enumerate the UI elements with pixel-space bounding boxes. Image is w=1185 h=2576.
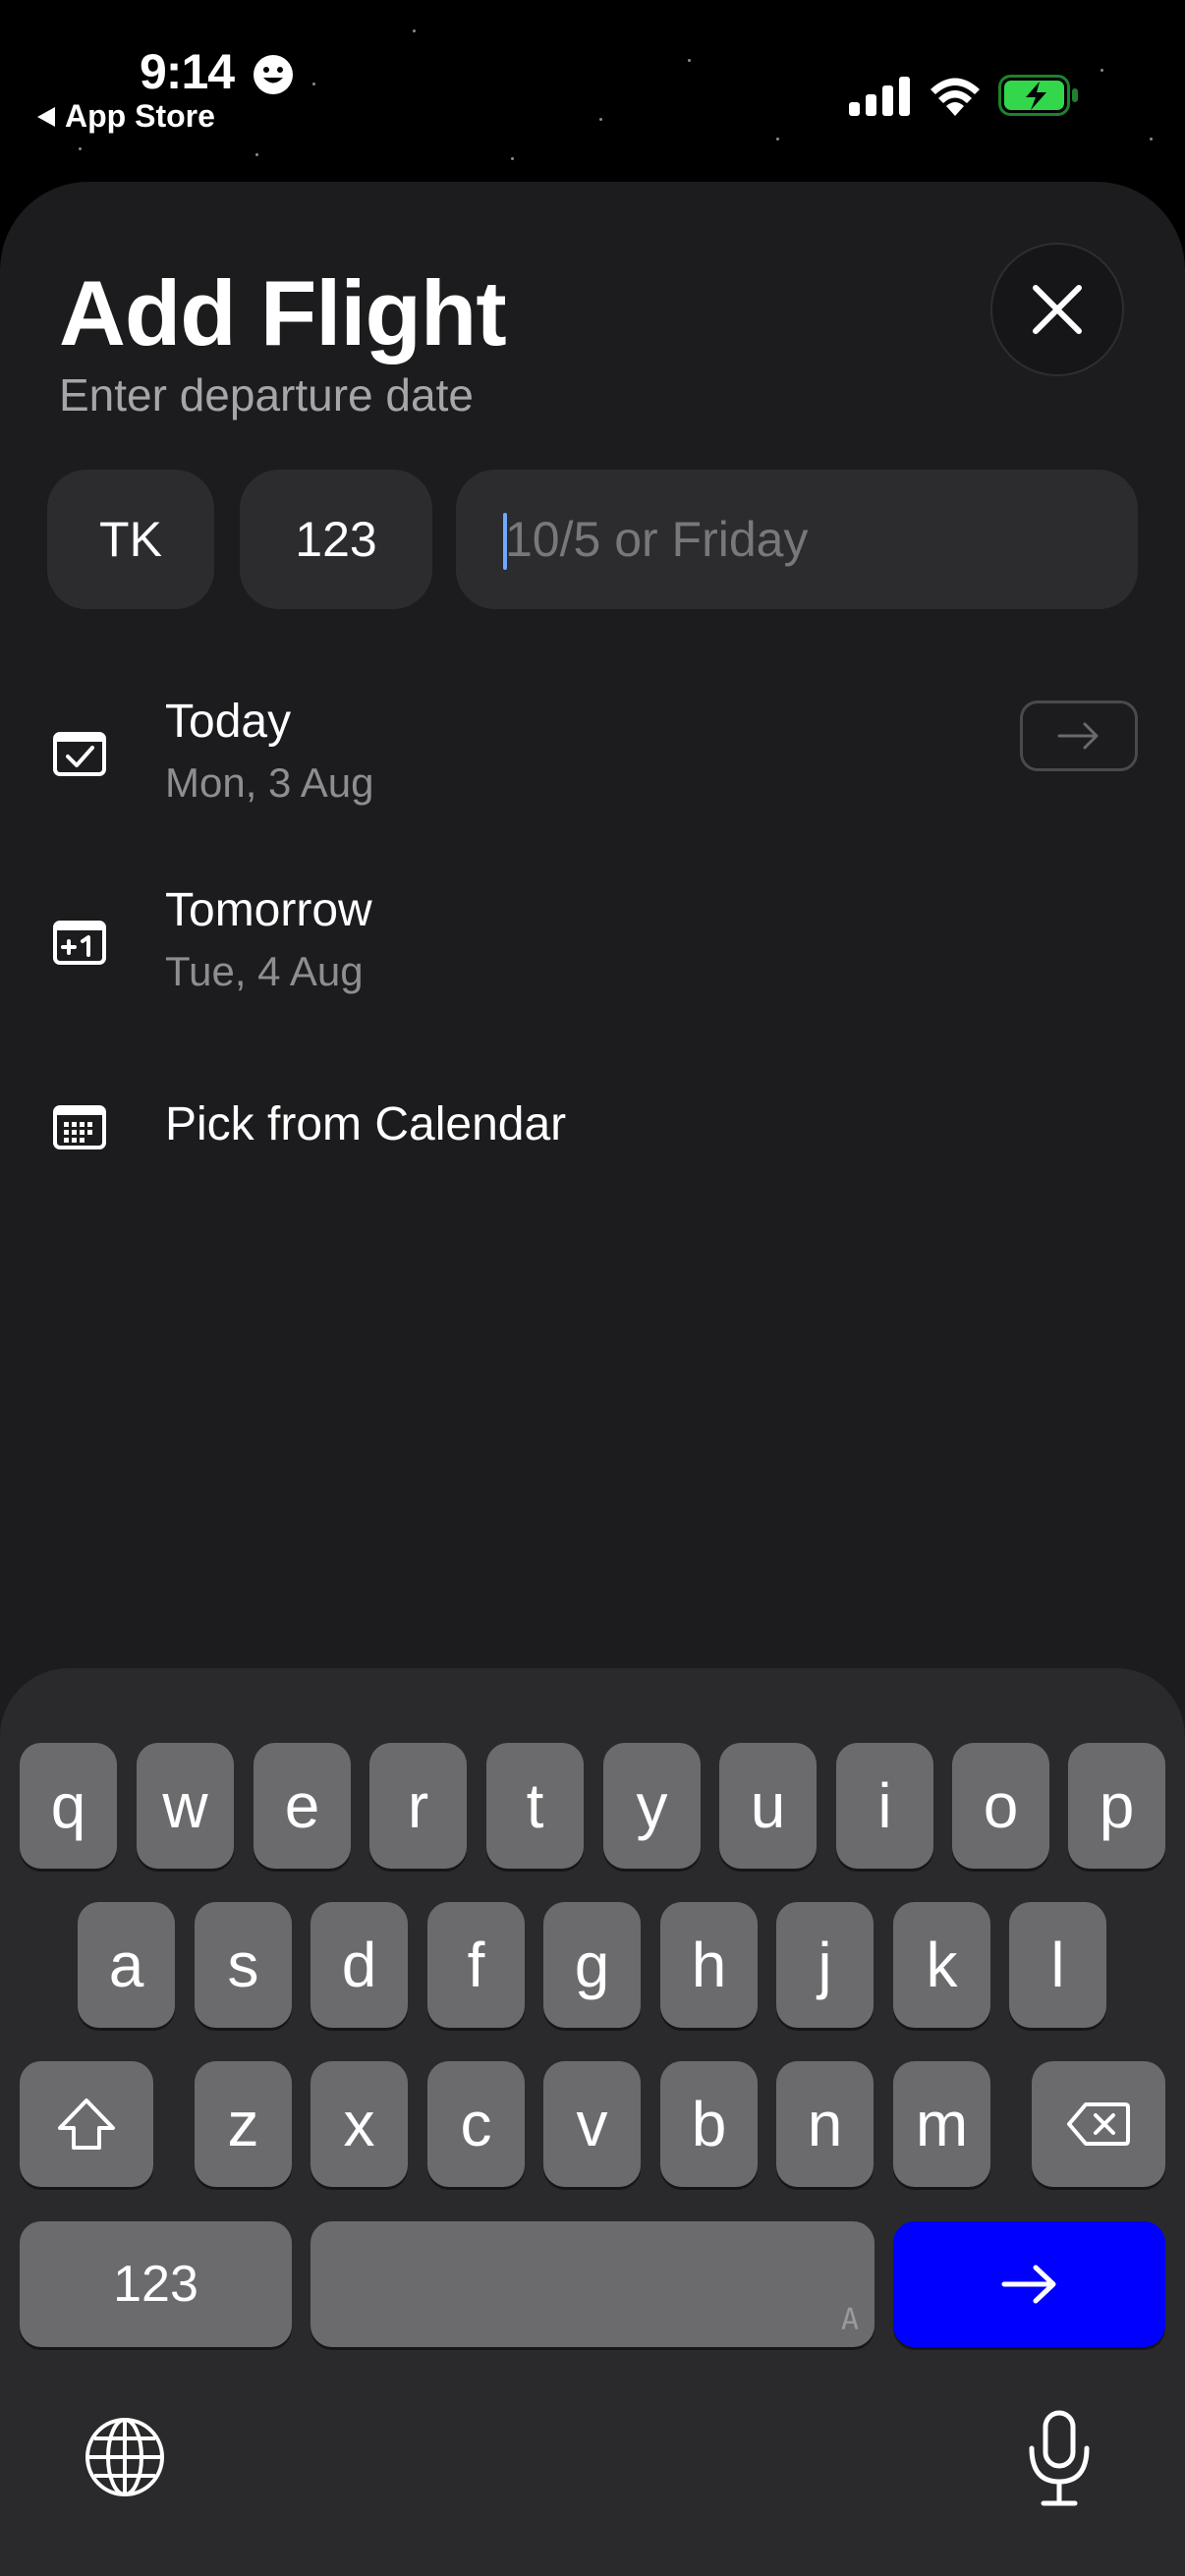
- shift-key[interactable]: [20, 2061, 153, 2187]
- today-submit-button[interactable]: [1020, 700, 1138, 771]
- arrow-right-icon: [1057, 722, 1099, 750]
- option-calendar-title: Pick from Calendar: [165, 1098, 567, 1150]
- key-w[interactable]: w: [137, 1743, 234, 1869]
- backspace-icon: [1067, 2102, 1130, 2146]
- date-input-container[interactable]: [456, 470, 1138, 609]
- key-v[interactable]: v: [543, 2061, 641, 2187]
- key-b[interactable]: b: [660, 2061, 758, 2187]
- key-m[interactable]: m: [893, 2061, 990, 2187]
- key-n[interactable]: n: [776, 2061, 874, 2187]
- close-icon: [1033, 285, 1082, 334]
- key-o[interactable]: o: [952, 1743, 1049, 1869]
- smiley-icon: [254, 55, 293, 94]
- option-tomorrow-title: Tomorrow: [165, 884, 372, 936]
- back-to-app-store-link[interactable]: App Store: [37, 98, 215, 135]
- backspace-key[interactable]: [1032, 2061, 1165, 2187]
- key-d[interactable]: d: [310, 1902, 408, 2028]
- key-q[interactable]: q: [20, 1743, 117, 1869]
- space-key[interactable]: A: [310, 2221, 875, 2347]
- key-t[interactable]: t: [486, 1743, 584, 1869]
- calendar-plus-one-icon: [53, 921, 106, 965]
- close-button[interactable]: [990, 243, 1124, 376]
- key-g[interactable]: g: [543, 1902, 641, 2028]
- option-today-date: Mon, 3 Aug: [165, 759, 374, 806]
- key-f[interactable]: f: [427, 1902, 525, 2028]
- key-z[interactable]: z: [195, 2061, 292, 2187]
- shift-icon: [58, 2099, 115, 2150]
- status-bar: 9:14 App Store: [0, 0, 1185, 187]
- page-title: Add Flight: [59, 261, 507, 364]
- status-time: 9:14: [140, 44, 235, 99]
- option-tomorrow[interactable]: Tomorrow Tue, 4 Aug: [0, 862, 1185, 1019]
- key-c[interactable]: c: [427, 2061, 525, 2187]
- option-pick-from-calendar[interactable]: Pick from Calendar: [0, 1046, 1185, 1204]
- flight-number: 123: [295, 512, 377, 567]
- key-l[interactable]: l: [1009, 1902, 1106, 2028]
- key-k[interactable]: k: [893, 1902, 990, 2028]
- go-key[interactable]: [893, 2221, 1165, 2347]
- key-a[interactable]: a: [78, 1902, 175, 2028]
- key-e[interactable]: e: [254, 1743, 351, 1869]
- microphone-icon[interactable]: [1026, 2409, 1093, 2507]
- key-h[interactable]: h: [660, 1902, 758, 2028]
- key-p[interactable]: p: [1068, 1743, 1165, 1869]
- text-cursor: [503, 513, 507, 570]
- numbers-key[interactable]: 123: [20, 2221, 292, 2347]
- key-s[interactable]: s: [195, 1902, 292, 2028]
- back-link-label: App Store: [65, 98, 215, 134]
- key-i[interactable]: i: [836, 1743, 933, 1869]
- cellular-signal-icon: [849, 77, 910, 116]
- key-y[interactable]: y: [603, 1743, 701, 1869]
- flight-number-chip[interactable]: 123: [240, 470, 432, 609]
- key-r[interactable]: r: [369, 1743, 467, 1869]
- arrow-right-icon: [1001, 2265, 1055, 2304]
- space-key-glyph: A: [840, 2303, 859, 2337]
- departure-date-input[interactable]: [503, 510, 1097, 569]
- key-j[interactable]: j: [776, 1902, 874, 2028]
- airline-code: TK: [99, 512, 162, 567]
- battery-charging-icon: [998, 75, 1078, 116]
- option-tomorrow-date: Tue, 4 Aug: [165, 948, 364, 994]
- key-x[interactable]: x: [310, 2061, 408, 2187]
- option-today[interactable]: Today Mon, 3 Aug: [0, 673, 1185, 830]
- back-triangle-icon: [37, 106, 55, 127]
- option-today-title: Today: [165, 696, 292, 748]
- calendar-check-icon: [53, 732, 106, 776]
- wifi-icon: [931, 78, 980, 116]
- calendar-grid-icon: [53, 1105, 106, 1149]
- page-subtitle: Enter departure date: [59, 369, 474, 420]
- airline-code-chip[interactable]: TK: [47, 470, 214, 609]
- globe-icon[interactable]: [83, 2415, 167, 2499]
- key-u[interactable]: u: [719, 1743, 817, 1869]
